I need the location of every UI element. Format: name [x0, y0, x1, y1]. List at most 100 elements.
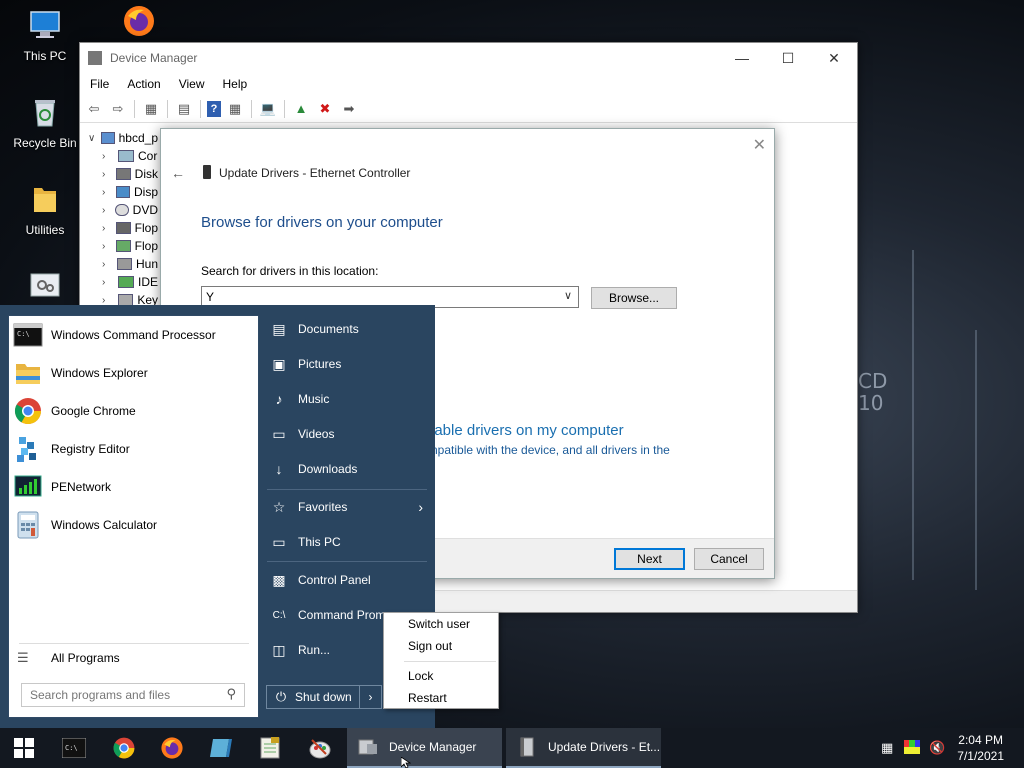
power-icon: ⏻	[275, 689, 287, 704]
desktop-icon-this-pc[interactable]: This PC	[7, 8, 83, 63]
taskbar-pin-firefox[interactable]	[148, 728, 196, 768]
clock[interactable]: 2:04 PM 7/1/2021	[957, 732, 1004, 764]
place-videos[interactable]: ▭ Videos	[259, 420, 435, 448]
chevron-right-icon[interactable]: ›	[102, 259, 117, 270]
chevron-down-icon[interactable]: ∨	[88, 133, 101, 144]
star-icon: ☆	[272, 498, 286, 515]
taskbar-pin-cmd[interactable]: C:\	[50, 728, 98, 768]
chevron-right-icon[interactable]: ›	[102, 223, 116, 234]
back-arrow-icon[interactable]: ⇦	[84, 99, 104, 119]
menu-separator	[19, 643, 249, 644]
place-pictures[interactable]: ▣ Pictures	[259, 350, 435, 378]
program-penetwork[interactable]: PENetwork	[9, 468, 258, 506]
color-tray-icon[interactable]	[904, 740, 920, 757]
chevron-right-icon[interactable]: ›	[102, 295, 118, 306]
floppy-icon	[116, 222, 131, 234]
browse-button[interactable]: Browse...	[591, 287, 677, 309]
scan-hardware-icon[interactable]: 💻	[258, 99, 278, 119]
power-context-menu: Switch user Sign out Lock Restart	[383, 612, 499, 709]
hid-icon	[116, 258, 132, 270]
tree-item[interactable]: › Hun	[88, 255, 158, 273]
menu-help[interactable]: Help	[223, 77, 248, 91]
tree-item[interactable]: › IDE	[88, 273, 158, 291]
taskbar-pin-chrome[interactable]	[100, 728, 148, 768]
show-hide-tree-icon[interactable]: ▦	[141, 99, 161, 119]
close-icon[interactable]: ✕	[753, 135, 766, 155]
close-button[interactable]: ✕	[811, 43, 857, 73]
taskbar-task-update-drivers[interactable]: Update Drivers - Et...	[506, 728, 661, 768]
menu-item-restart[interactable]: Restart	[408, 689, 447, 707]
place-music[interactable]: ♪ Music	[259, 385, 435, 413]
desktop-icon-firefox[interactable]	[101, 4, 177, 45]
calculator-icon	[17, 511, 39, 539]
console-tree-icon[interactable]: ▦	[225, 99, 245, 119]
menu-item-switch-user[interactable]: Switch user	[408, 615, 470, 633]
update-driver-icon[interactable]: ▲	[291, 99, 311, 119]
chevron-right-icon[interactable]: ›	[102, 241, 116, 252]
taskbar-pin-explorer[interactable]	[197, 728, 245, 768]
chevron-right-icon: ›	[418, 499, 423, 515]
help-icon[interactable]: ?	[207, 100, 221, 117]
toolbar-separator	[284, 99, 285, 118]
forward-arrow-icon[interactable]: ⇨	[108, 99, 128, 119]
tree-item[interactable]: › Flop	[88, 237, 158, 255]
chevron-right-icon[interactable]: ›	[102, 205, 115, 216]
place-downloads[interactable]: ↓ Downloads	[259, 455, 435, 483]
tree-root[interactable]: ∨ hbcd_p	[88, 129, 158, 147]
place-favorites[interactable]: ☆ Favorites ›	[259, 493, 435, 521]
tree-item[interactable]: › Disp	[88, 183, 158, 201]
taskbar-pin-paint[interactable]	[296, 728, 344, 768]
program-chrome[interactable]: Google Chrome	[9, 392, 258, 430]
start-button[interactable]	[0, 728, 48, 768]
pick-driver-description: npatible with the device, and all driver…	[431, 443, 670, 457]
cancel-button[interactable]: Cancel	[694, 548, 764, 570]
search-input[interactable]: Search programs and files ⚲	[21, 683, 245, 707]
pick-driver-link[interactable]: lable drivers on my computer	[431, 422, 624, 439]
next-button[interactable]: Next	[614, 548, 685, 570]
wallpaper-text: CD 10	[858, 369, 888, 415]
program-explorer[interactable]: Windows Explorer	[9, 354, 258, 392]
properties-icon[interactable]: ▤	[174, 99, 194, 119]
chevron-right-icon[interactable]: ›	[102, 277, 118, 288]
place-documents[interactable]: ▤ Documents	[259, 315, 435, 343]
tree-item[interactable]: › DVD	[88, 201, 158, 219]
chevron-down-icon[interactable]: ∨	[564, 289, 572, 302]
uninstall-icon[interactable]: ✖	[315, 99, 335, 119]
program-cmd[interactable]: C:\ Windows Command Processor	[9, 316, 258, 354]
documents-icon: ▤	[272, 320, 286, 337]
menu-action[interactable]: Action	[127, 77, 160, 91]
download-icon[interactable]: ➡	[339, 99, 359, 119]
tree-item[interactable]: › Cor	[88, 147, 158, 165]
volume-muted-icon[interactable]: 🔇	[929, 740, 945, 756]
place-this-pc[interactable]: ▭ This PC	[259, 528, 435, 556]
menu-item-lock[interactable]: Lock	[408, 667, 433, 685]
taskbar-task-device-manager[interactable]: Device Manager	[347, 728, 502, 768]
program-calculator[interactable]: Windows Calculator	[9, 506, 258, 544]
chevron-right-icon[interactable]: ›	[102, 151, 118, 162]
place-control-panel[interactable]: ▩ Control Panel	[259, 566, 435, 594]
maximize-button[interactable]: ☐	[765, 43, 811, 73]
back-arrow-icon[interactable]: ←	[171, 165, 185, 181]
cmd-icon: C:\	[62, 738, 86, 758]
tree-item[interactable]: › Disk	[88, 165, 158, 183]
shutdown-button[interactable]: ⏻ Shut down ›	[266, 685, 382, 709]
chevron-right-icon[interactable]: ›	[102, 187, 116, 198]
chevron-right-icon[interactable]: ›	[359, 686, 381, 708]
chrome-icon	[113, 737, 135, 759]
all-programs-button[interactable]: ☰ All Programs	[17, 650, 120, 666]
taskbar-pin-notepad[interactable]	[246, 728, 294, 768]
menu-item-sign-out[interactable]: Sign out	[408, 637, 452, 655]
desktop-icon-recycle-bin[interactable]: Recycle Bin	[7, 95, 83, 150]
explorer-icon	[16, 364, 40, 384]
chrome-icon	[14, 398, 42, 425]
desktop-icon-utilities[interactable]: Utilities	[7, 182, 83, 237]
network-tray-icon[interactable]: ▦	[881, 740, 893, 756]
menu-view[interactable]: View	[179, 77, 205, 91]
program-regedit[interactable]: Registry Editor	[9, 430, 258, 468]
minimize-button[interactable]: —	[719, 43, 765, 73]
chevron-right-icon[interactable]: ›	[102, 169, 116, 180]
menu-file[interactable]: File	[90, 77, 109, 91]
search-icon[interactable]: ⚲	[226, 686, 236, 702]
tree-item[interactable]: › Flop	[88, 219, 158, 237]
firefox-icon	[124, 6, 154, 36]
